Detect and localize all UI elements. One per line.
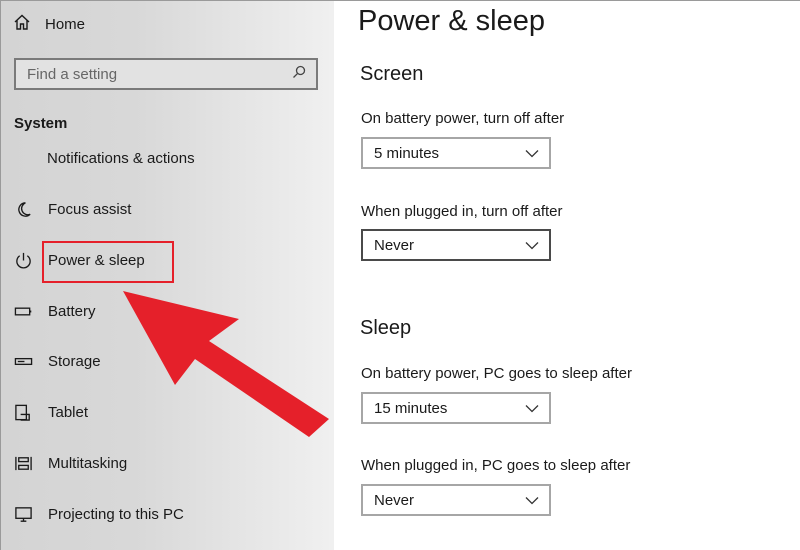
projecting-icon xyxy=(13,504,33,524)
chevron-down-icon xyxy=(525,237,539,254)
sleep-battery-label: On battery power, PC goes to sleep after xyxy=(361,365,632,382)
sidebar-item-label: Projecting to this PC xyxy=(48,505,184,523)
sidebar-item-multitasking[interactable]: Multitasking xyxy=(13,450,313,476)
highlight-box xyxy=(42,241,174,283)
search-box[interactable] xyxy=(14,58,318,90)
home-label: Home xyxy=(45,15,86,33)
red-arrow-icon xyxy=(123,291,329,437)
dropdown-value: 15 minutes xyxy=(374,399,448,417)
chevron-down-icon xyxy=(525,145,539,162)
tablet-icon xyxy=(13,402,33,422)
power-icon xyxy=(13,250,33,270)
dropdown-value: Never xyxy=(374,236,415,254)
dropdown-value: Never xyxy=(374,491,415,509)
sidebar-item-label: Notifications & actions xyxy=(47,150,195,166)
sidebar-item-label: Focus assist xyxy=(48,200,132,218)
sidebar-item-label: Storage xyxy=(48,352,101,370)
sleep-battery-dropdown[interactable]: 15 minutes xyxy=(361,392,551,424)
sidebar-item-label: Multitasking xyxy=(48,454,128,472)
chevron-down-icon xyxy=(525,400,539,417)
chevron-down-icon xyxy=(525,492,539,509)
home-icon xyxy=(13,13,31,35)
sidebar-item-focus-assist[interactable]: Focus assist xyxy=(13,196,313,222)
sleep-plugged-dropdown[interactable]: Never xyxy=(361,484,551,516)
multitasking-icon xyxy=(13,453,33,473)
search-icon[interactable] xyxy=(292,65,306,84)
section-heading-screen: Screen xyxy=(360,63,424,85)
screen-battery-label: On battery power, turn off after xyxy=(361,110,565,127)
sidebar: Home System Notifications & actions Focu… xyxy=(1,1,334,550)
storage-icon xyxy=(13,351,33,371)
main-content: Power & sleep Screen On battery power, t… xyxy=(334,1,800,550)
dropdown-value: 5 minutes xyxy=(374,144,440,162)
sidebar-item-label: Battery xyxy=(48,302,96,320)
screen-plugged-dropdown[interactable]: Never xyxy=(361,229,551,261)
search-input[interactable] xyxy=(27,65,267,83)
sidebar-item-label: Tablet xyxy=(48,403,89,421)
sleep-plugged-label: When plugged in, PC goes to sleep after xyxy=(361,457,631,474)
section-heading-sleep: Sleep xyxy=(360,317,412,339)
section-title-system: System xyxy=(14,115,68,132)
moon-icon xyxy=(13,199,33,219)
sidebar-item-notifications[interactable]: Notifications & actions xyxy=(13,142,313,166)
battery-icon xyxy=(13,301,33,321)
page-title: Power & sleep xyxy=(358,5,545,37)
sidebar-item-home[interactable]: Home xyxy=(13,12,85,36)
screen-battery-dropdown[interactable]: 5 minutes xyxy=(361,137,551,169)
screen-plugged-label: When plugged in, turn off after xyxy=(361,203,563,220)
sidebar-item-projecting[interactable]: Projecting to this PC xyxy=(13,501,313,527)
